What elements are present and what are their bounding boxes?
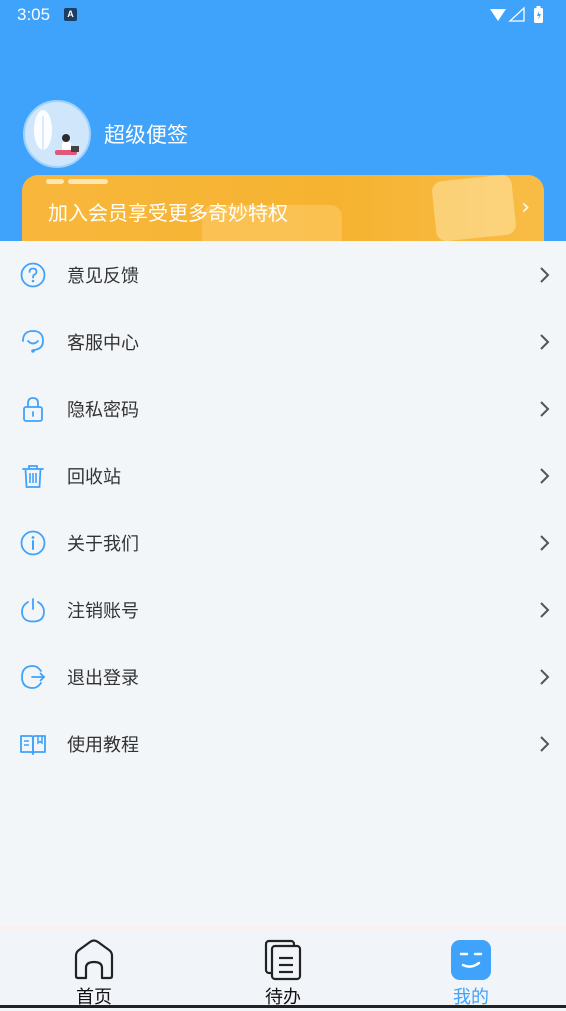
status-icons xyxy=(488,5,548,29)
tab-mine[interactable]: 我的 xyxy=(411,929,531,1011)
app-name: 超级便签 xyxy=(104,123,188,147)
info-icon xyxy=(20,530,46,555)
chevron-right-icon xyxy=(540,400,550,417)
chevron-right-icon xyxy=(540,534,550,551)
headset-icon xyxy=(22,329,44,353)
menu-item-privacy-password[interactable]: 隐私密码 xyxy=(0,375,566,442)
menu-item-logout[interactable]: 退出登录 xyxy=(0,643,566,710)
menu-item-feedback[interactable]: 意见反馈 xyxy=(0,241,566,308)
header: 3:05 A 超级便签 加入会员享受更多奇妙特权 › xyxy=(0,0,566,241)
banner-decoration xyxy=(431,175,517,241)
chevron-right-icon xyxy=(540,266,550,283)
chevron-right-icon xyxy=(540,467,550,484)
menu-item-tutorial[interactable]: 使用教程 xyxy=(0,710,566,777)
home-icon xyxy=(74,939,114,980)
bottom-tab-bar: 首页 待办 我的 xyxy=(0,926,566,1008)
menu-item-about-us[interactable]: 关于我们 xyxy=(0,509,566,576)
menu-item-customer-service[interactable]: 客服中心 xyxy=(0,308,566,375)
chevron-right-icon xyxy=(540,333,550,350)
vip-banner[interactable]: 加入会员享受更多奇妙特权 › xyxy=(22,175,544,241)
settings-menu: 意见反馈 客服中心 隐私密码 回收站 关于我们 注销账号 退出登录 使用教程 xyxy=(0,241,566,777)
status-bar: 3:05 A xyxy=(0,0,566,30)
vip-banner-text: 加入会员享受更多奇妙特权 xyxy=(48,201,288,225)
question-icon xyxy=(20,262,46,287)
menu-item-label: 使用教程 xyxy=(67,734,139,756)
chevron-right-icon xyxy=(540,668,550,685)
menu-item-label: 隐私密码 xyxy=(67,399,139,421)
trash-icon xyxy=(22,464,44,488)
book-icon xyxy=(20,734,46,755)
menu-item-label: 注销账号 xyxy=(67,600,139,622)
chevron-right-icon: › xyxy=(521,195,530,220)
menu-item-label: 回收站 xyxy=(67,466,121,488)
menu-item-recycle-bin[interactable]: 回收站 xyxy=(0,442,566,509)
battery-icon xyxy=(534,6,543,23)
power-icon xyxy=(21,597,45,622)
menu-item-label: 关于我们 xyxy=(67,533,139,555)
menu-item-label: 退出登录 xyxy=(67,667,139,689)
banner-decoration xyxy=(68,179,108,184)
avatar[interactable] xyxy=(23,100,91,168)
menu-item-delete-account[interactable]: 注销账号 xyxy=(0,576,566,643)
todo-icon xyxy=(264,939,302,981)
signal-icon xyxy=(508,6,525,22)
chevron-right-icon xyxy=(540,735,550,752)
menu-item-label: 意见反馈 xyxy=(67,265,139,287)
profile-face-icon xyxy=(451,940,491,980)
banner-decoration xyxy=(46,179,64,184)
wifi-icon xyxy=(490,9,506,21)
chevron-right-icon xyxy=(540,601,550,618)
tab-home[interactable]: 首页 xyxy=(34,929,154,1011)
logout-icon xyxy=(21,664,46,689)
tab-todo[interactable]: 待办 xyxy=(223,929,343,1011)
menu-item-label: 客服中心 xyxy=(67,332,139,354)
lock-icon xyxy=(23,396,43,422)
status-time: 3:05 xyxy=(17,5,51,24)
notification-badge: A xyxy=(64,8,77,21)
